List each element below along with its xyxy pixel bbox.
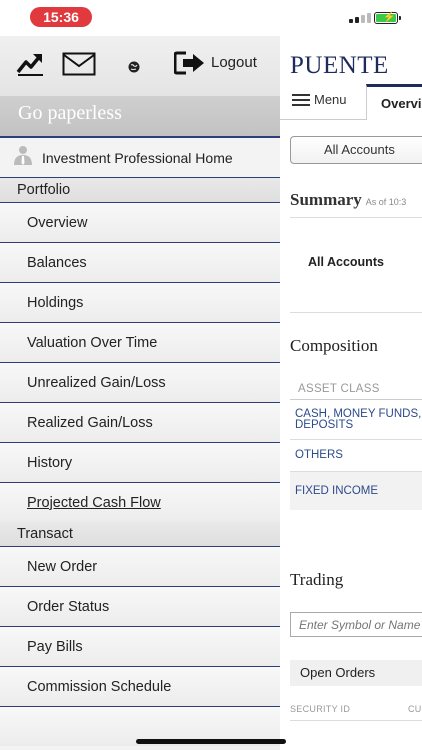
brand-logo: PUENTE xyxy=(290,52,389,79)
menu-item-balances[interactable]: Balances xyxy=(0,242,280,282)
go-paperless-banner[interactable]: Go paperless xyxy=(0,96,280,136)
menu-button-label: Menu xyxy=(314,92,347,107)
menu-button[interactable]: Menu xyxy=(292,92,347,107)
divider xyxy=(290,312,422,313)
logout-icon[interactable] xyxy=(173,51,206,80)
menu-item-projected-cash-flow[interactable]: Projected Cash Flow xyxy=(0,482,280,522)
drawer-toolbar: Logout xyxy=(0,36,280,96)
logout-button[interactable]: Logout xyxy=(211,54,257,71)
globe-icon[interactable] xyxy=(128,60,140,78)
section-portfolio: Portfolio xyxy=(0,178,280,202)
trading-heading: Trading xyxy=(290,570,344,589)
menu-item-order-status[interactable]: Order Status xyxy=(0,586,280,626)
summary-heading: Summary As of 10:3 xyxy=(290,190,406,210)
menu-item-commission-schedule[interactable]: Commission Schedule xyxy=(0,666,280,706)
divider xyxy=(290,217,422,218)
divider xyxy=(290,720,422,721)
side-drawer: Logout Go paperless Investment Professio… xyxy=(0,36,280,750)
investment-professional-home-label: Investment Professional Home xyxy=(42,149,233,166)
menu-item-overview[interactable]: Overview xyxy=(0,202,280,242)
home-indicator[interactable] xyxy=(136,739,286,744)
menu-item-holdings[interactable]: Holdings xyxy=(0,282,280,322)
mail-icon[interactable] xyxy=(62,52,96,81)
symbol-search-input[interactable] xyxy=(290,612,422,637)
trend-chart-icon[interactable] xyxy=(16,50,44,81)
tab-overview[interactable]: Overview xyxy=(366,84,422,120)
column-currency: CU xyxy=(408,704,422,714)
open-orders-header: Open Orders xyxy=(290,660,422,686)
section-transact: Transact xyxy=(0,522,280,546)
summary-title: Summary xyxy=(290,190,362,209)
investment-professional-home-item[interactable]: Investment Professional Home xyxy=(0,136,280,178)
person-icon xyxy=(12,145,34,170)
composition-heading: Composition xyxy=(290,336,378,355)
open-orders-columns: SECURITY ID CU xyxy=(290,704,422,714)
summary-as-of: As of 10:3 xyxy=(365,197,407,207)
composition-row-fixed-income[interactable]: FIXED INCOME xyxy=(290,472,422,510)
menu-item-unrealized-gain-loss[interactable]: Unrealized Gain/Loss xyxy=(0,362,280,402)
composition-header: ASSET CLASS xyxy=(290,378,422,400)
status-bar: 15:36 ⚡ xyxy=(0,0,422,36)
account-selector[interactable]: All Accounts xyxy=(290,136,422,164)
main-content: PUENTE Menu Overview All Accounts Summar… xyxy=(280,36,422,750)
menu-item-history[interactable]: History xyxy=(0,442,280,482)
column-security-id: SECURITY ID xyxy=(290,704,351,714)
menu-item-new-order[interactable]: New Order xyxy=(0,546,280,586)
status-time: 15:36 xyxy=(30,7,92,27)
cellular-signal-icon xyxy=(349,13,371,23)
menu-item-pay-bills[interactable]: Pay Bills xyxy=(0,626,280,666)
tab-bar: Menu Overview xyxy=(280,84,422,120)
battery-icon: ⚡ xyxy=(374,12,398,24)
hamburger-icon xyxy=(292,93,310,106)
menu-item-realized-gain-loss[interactable]: Realized Gain/Loss xyxy=(0,402,280,442)
battery-cap xyxy=(399,16,401,20)
menu-item-valuation-over-time[interactable]: Valuation Over Time xyxy=(0,322,280,362)
summary-account-label: All Accounts xyxy=(308,255,384,269)
composition-table: ASSET CLASS CASH, MONEY FUNDS, DEPOSITS … xyxy=(290,378,422,510)
composition-row-cash[interactable]: CASH, MONEY FUNDS, DEPOSITS xyxy=(290,400,422,440)
composition-row-others[interactable]: OTHERS xyxy=(290,440,422,472)
